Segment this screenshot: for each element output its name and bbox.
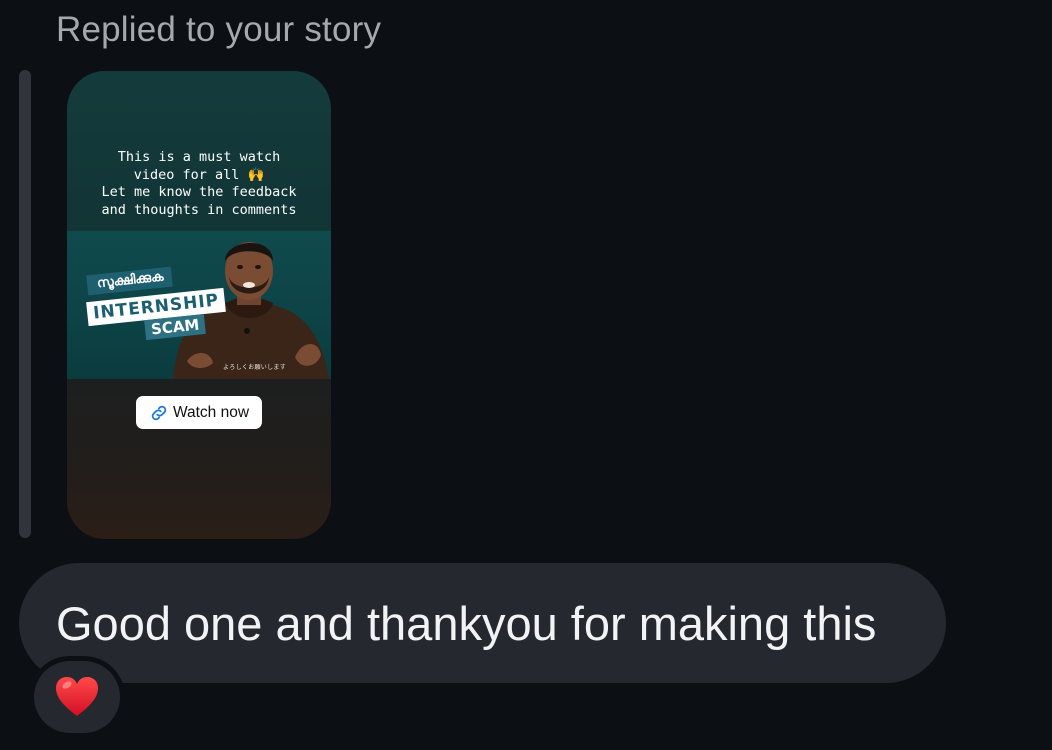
reaction-button[interactable] <box>34 661 120 733</box>
story-caption: This is a must watch video for all 🙌 Let… <box>101 149 297 218</box>
watch-now-button[interactable]: Watch now <box>136 396 262 429</box>
heart-icon <box>56 677 98 716</box>
message-text: Good one and thankyou for making this <box>56 597 877 650</box>
chat-screen: Replied to your story This is a must wat… <box>0 0 1052 750</box>
story-preview-card[interactable]: This is a must watch video for all 🙌 Let… <box>67 71 331 539</box>
link-icon <box>151 405 167 420</box>
reaction-badge <box>29 656 125 738</box>
thumbnail-tag-malayalam: സൂക്ഷിക്കുക <box>86 266 173 296</box>
thumbnail-subtitle: よろしくお願いします <box>223 364 287 371</box>
video-thumbnail: സൂക്ഷിക്കുക INTERNSHIP SCAM よろしくお願いします <box>67 231 331 379</box>
message-bubble[interactable]: Good one and thankyou for making this <box>19 563 946 683</box>
watch-now-label: Watch now <box>172 403 250 421</box>
reply-quote-bar <box>19 70 31 538</box>
replied-to-story-label: Replied to your story <box>56 10 382 49</box>
